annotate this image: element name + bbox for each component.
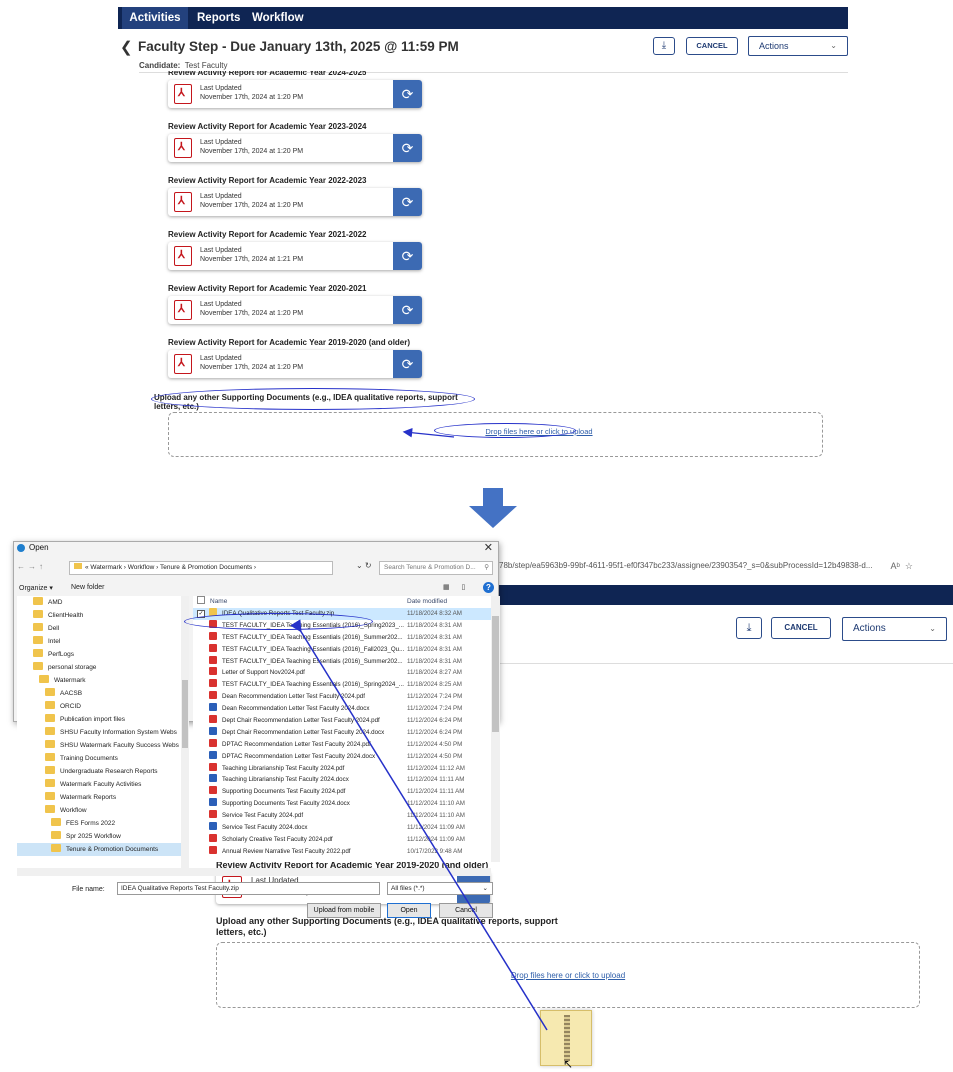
pointer-arrow-line <box>402 427 455 438</box>
drag-arrow-line <box>290 619 548 1031</box>
drag-arrow-annotation <box>290 427 548 1031</box>
